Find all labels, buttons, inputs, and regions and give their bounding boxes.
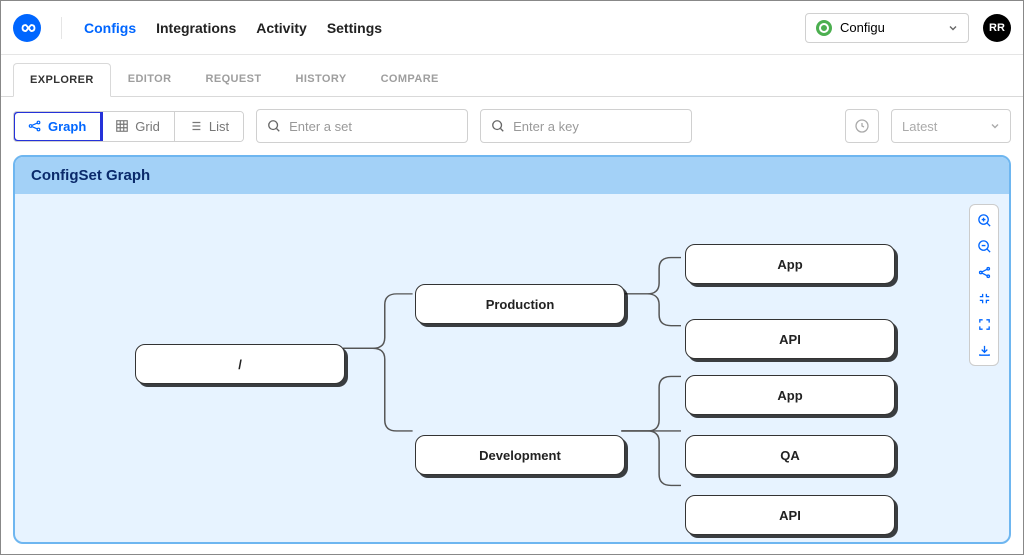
key-search-input[interactable] bbox=[513, 119, 689, 134]
graph-icon bbox=[28, 119, 42, 133]
subtab-editor[interactable]: EDITOR bbox=[111, 62, 189, 96]
subtab-request[interactable]: REQUEST bbox=[188, 62, 278, 96]
view-grid-button[interactable]: Grid bbox=[101, 112, 175, 141]
version-label: Latest bbox=[902, 119, 990, 134]
graph-panel: ConfigSet Graph / Production Development… bbox=[13, 155, 1011, 544]
view-graph-button[interactable]: Graph bbox=[14, 112, 101, 141]
node-production[interactable]: Production bbox=[415, 284, 625, 324]
panel-title: ConfigSet Graph bbox=[15, 157, 1009, 194]
header: Configs Integrations Activity Settings C… bbox=[1, 1, 1023, 55]
share-button[interactable] bbox=[970, 259, 998, 285]
node-dev-api[interactable]: API bbox=[685, 495, 895, 535]
avatar[interactable]: RR bbox=[983, 14, 1011, 42]
zoom-in-button[interactable] bbox=[970, 207, 998, 233]
logo-divider bbox=[61, 17, 62, 39]
clock-icon bbox=[854, 118, 870, 134]
share-icon bbox=[977, 265, 992, 280]
list-icon bbox=[189, 119, 203, 133]
version-select[interactable]: Latest bbox=[891, 109, 1011, 143]
chevron-down-icon bbox=[990, 121, 1000, 131]
nav-settings[interactable]: Settings bbox=[327, 20, 382, 36]
node-development[interactable]: Development bbox=[415, 435, 625, 475]
graph-tools bbox=[969, 204, 999, 366]
node-prod-app[interactable]: App bbox=[685, 244, 895, 284]
workspace-name: Configu bbox=[840, 20, 940, 35]
view-graph-label: Graph bbox=[48, 119, 86, 134]
search-icon bbox=[491, 119, 505, 133]
view-list-label: List bbox=[209, 119, 229, 134]
logo[interactable] bbox=[13, 14, 41, 42]
node-root[interactable]: / bbox=[135, 344, 345, 384]
subtab-compare[interactable]: COMPARE bbox=[364, 62, 456, 96]
key-search[interactable] bbox=[480, 109, 692, 143]
download-icon bbox=[977, 343, 992, 358]
toolbar: Graph Grid List Latest bbox=[1, 97, 1023, 155]
view-list-button[interactable]: List bbox=[175, 112, 243, 141]
zoom-out-icon bbox=[977, 239, 992, 254]
set-search-input[interactable] bbox=[289, 119, 465, 134]
workspace-icon bbox=[816, 20, 832, 36]
nav-items: Configs Integrations Activity Settings bbox=[84, 20, 382, 36]
node-dev-app[interactable]: App bbox=[685, 375, 895, 415]
workspace-select[interactable]: Configu bbox=[805, 13, 969, 43]
node-dev-qa[interactable]: QA bbox=[685, 435, 895, 475]
nav-integrations[interactable]: Integrations bbox=[156, 20, 236, 36]
subtab-history[interactable]: HISTORY bbox=[278, 62, 363, 96]
chevron-down-icon bbox=[948, 23, 958, 33]
expand-button[interactable] bbox=[970, 311, 998, 337]
graph-area[interactable]: / Production Development App API App QA … bbox=[15, 194, 1009, 539]
shrink-button[interactable] bbox=[970, 285, 998, 311]
zoom-out-button[interactable] bbox=[970, 233, 998, 259]
nav-configs[interactable]: Configs bbox=[84, 20, 136, 36]
view-grid-label: Grid bbox=[135, 119, 160, 134]
nav-activity[interactable]: Activity bbox=[256, 20, 307, 36]
history-time-button[interactable] bbox=[845, 109, 879, 143]
set-search[interactable] bbox=[256, 109, 468, 143]
subtabs: EXPLORER EDITOR REQUEST HISTORY COMPARE bbox=[1, 55, 1023, 97]
download-button[interactable] bbox=[970, 337, 998, 363]
view-buttons: Graph Grid List bbox=[13, 111, 244, 142]
expand-icon bbox=[977, 317, 992, 332]
infinity-icon bbox=[18, 19, 36, 37]
zoom-in-icon bbox=[977, 213, 992, 228]
subtab-explorer[interactable]: EXPLORER bbox=[13, 63, 111, 97]
search-icon bbox=[267, 119, 281, 133]
shrink-icon bbox=[977, 291, 992, 306]
grid-icon bbox=[115, 119, 129, 133]
node-prod-api[interactable]: API bbox=[685, 319, 895, 359]
